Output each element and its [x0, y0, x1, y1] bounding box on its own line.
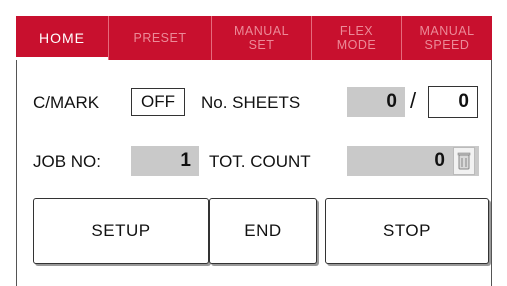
- tab-home[interactable]: HOME: [16, 16, 109, 60]
- tab-bar: HOME PRESET MANUAL SET FLEX MODE MANUAL …: [16, 16, 492, 60]
- tab-manual-speed[interactable]: MANUAL SPEED: [402, 16, 492, 60]
- tab-manual-set[interactable]: MANUAL SET: [212, 16, 312, 60]
- stop-button[interactable]: STOP: [325, 198, 489, 264]
- tab-flex-mode[interactable]: FLEX MODE: [312, 16, 402, 60]
- home-panel: C/MARK OFF No. SHEETS 0 / 0 JOB NO: 1 TO…: [16, 60, 492, 286]
- sheets-label: No. SHEETS: [201, 93, 301, 112]
- sheets-target-field[interactable]: 0: [428, 86, 478, 118]
- end-button[interactable]: END: [209, 198, 317, 264]
- cmark-label: C/MARK: [33, 93, 100, 112]
- sheets-separator: /: [410, 88, 417, 113]
- setup-button[interactable]: SETUP: [33, 198, 209, 264]
- trash-icon[interactable]: [453, 147, 475, 175]
- job-no-value: 1: [131, 146, 199, 176]
- sheets-current-value: 0: [347, 87, 405, 117]
- total-count-label: TOT. COUNT: [209, 152, 311, 171]
- job-no-label: JOB NO:: [33, 152, 102, 171]
- tab-preset[interactable]: PRESET: [109, 16, 212, 60]
- cmark-toggle[interactable]: OFF: [131, 88, 185, 116]
